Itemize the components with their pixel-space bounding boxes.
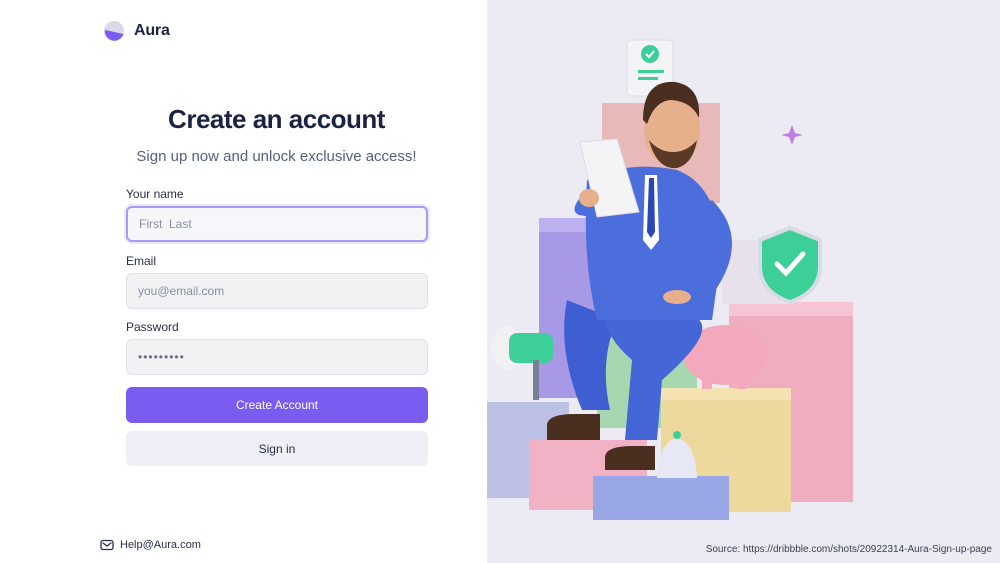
- email-input[interactable]: [126, 273, 428, 309]
- brand[interactable]: Aura: [103, 20, 170, 42]
- password-label: Password: [126, 320, 179, 334]
- password-input[interactable]: [126, 339, 428, 375]
- help-contact[interactable]: Help@Aura.com: [100, 538, 201, 552]
- source-caption[interactable]: Source: https://dribbble.com/shots/20922…: [706, 544, 992, 555]
- mail-icon: [100, 539, 114, 551]
- signup-panel: Aura Create an account Sign up now and u…: [0, 0, 487, 563]
- name-label: Your name: [126, 187, 184, 201]
- sign-in-button[interactable]: Sign in: [126, 431, 428, 466]
- shield-check-icon: [758, 225, 822, 305]
- create-account-button[interactable]: Create Account: [126, 387, 428, 423]
- brand-name: Aura: [134, 22, 170, 39]
- email-label: Email: [126, 254, 157, 268]
- page-subtitle: Sign up now and unlock exclusive access!: [136, 148, 417, 165]
- businessman-illustration: [487, 39, 853, 520]
- page-title: Create an account: [168, 104, 385, 134]
- name-input[interactable]: [126, 206, 428, 242]
- help-email[interactable]: Help@Aura.com: [120, 539, 201, 551]
- illustration-panel: Source: https://dribbble.com/shots/20922…: [487, 0, 1000, 563]
- sparkle-icon: [781, 125, 803, 145]
- aura-logo-icon: [104, 21, 124, 41]
